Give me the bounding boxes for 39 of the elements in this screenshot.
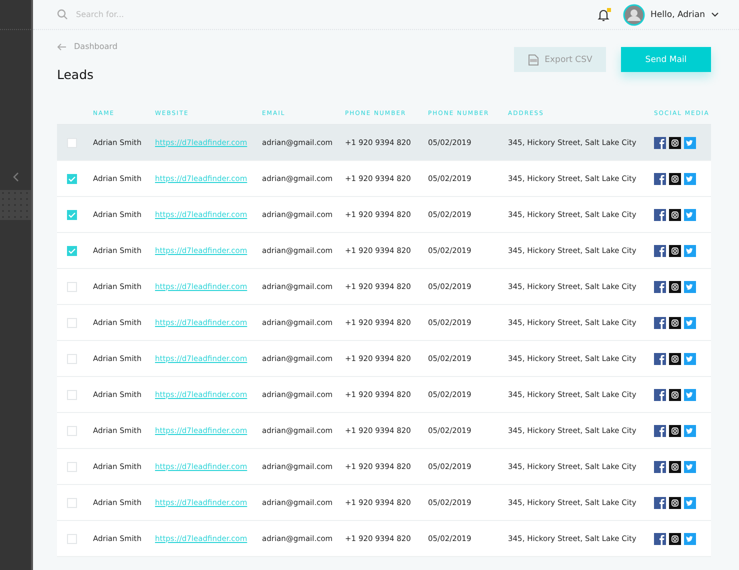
facebook-icon[interactable]: [654, 316, 666, 328]
checkbox[interactable]: [67, 210, 77, 220]
instagram-icon[interactable]: [669, 352, 681, 364]
instagram-icon[interactable]: [669, 496, 681, 508]
instagram-icon[interactable]: [669, 316, 681, 328]
facebook-icon[interactable]: [654, 424, 666, 436]
page-title: Leads: [57, 67, 95, 82]
facebook-icon[interactable]: [654, 172, 666, 184]
search-icon: [57, 9, 68, 20]
file-icon: [528, 54, 539, 66]
facebook-icon[interactable]: [654, 136, 666, 148]
checkbox[interactable]: [67, 246, 77, 256]
bell-icon[interactable]: [596, 8, 611, 22]
collapse-icon[interactable]: [12, 172, 18, 182]
facebook-icon[interactable]: [654, 280, 666, 292]
user-greeting[interactable]: Hello, Adrian: [650, 10, 705, 20]
instagram-icon[interactable]: [669, 280, 681, 292]
chevron-down-icon[interactable]: [711, 12, 719, 17]
instagram-icon[interactable]: [669, 244, 681, 256]
facebook-icon[interactable]: [654, 460, 666, 472]
facebook-icon[interactable]: [654, 244, 666, 256]
instagram-icon[interactable]: [669, 172, 681, 184]
instagram-icon[interactable]: [669, 136, 681, 148]
back-link[interactable]: Dashboard: [57, 42, 118, 51]
facebook-icon[interactable]: [654, 532, 666, 544]
facebook-icon[interactable]: [654, 352, 666, 364]
avatar[interactable]: [622, 4, 645, 26]
search-field[interactable]: Search for...: [74, 9, 198, 20]
arrow-left-icon: [57, 42, 67, 50]
instagram-icon[interactable]: [669, 208, 681, 220]
instagram-icon[interactable]: [669, 388, 681, 400]
send-mail-button[interactable]: Send Mail: [621, 47, 711, 72]
instagram-icon[interactable]: [669, 460, 681, 472]
facebook-icon[interactable]: [654, 208, 666, 220]
facebook-icon[interactable]: [654, 496, 666, 508]
checkbox[interactable]: [67, 174, 77, 184]
facebook-icon[interactable]: [654, 388, 666, 400]
instagram-icon[interactable]: [669, 424, 681, 436]
instagram-icon[interactable]: [669, 532, 681, 544]
